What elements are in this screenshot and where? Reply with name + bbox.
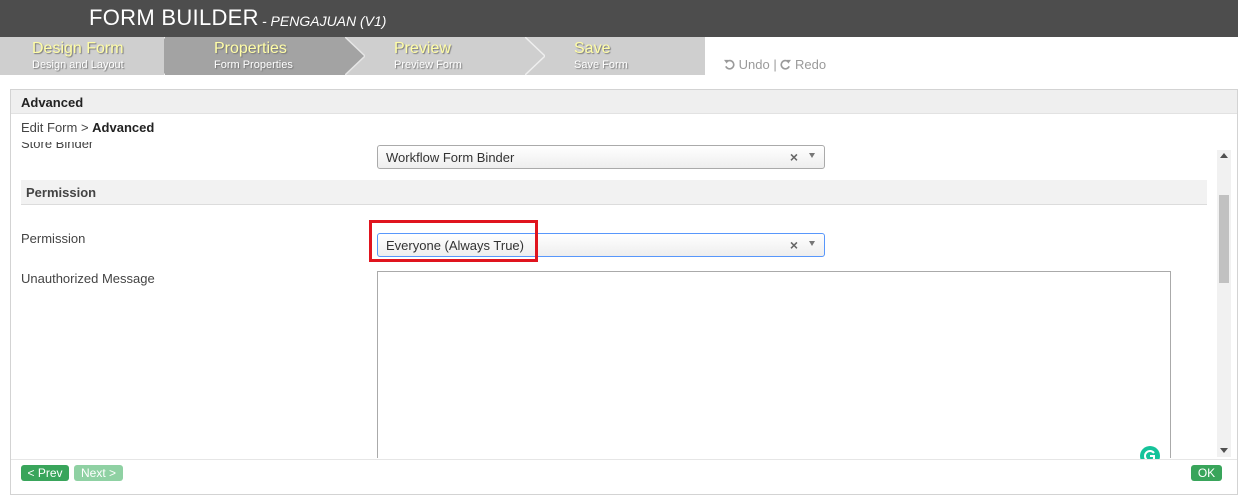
form-name: - PENGAJUAN (V1) [262, 13, 387, 29]
step-sublabel: Save Form [574, 59, 628, 71]
step-separator-chevron [345, 37, 365, 75]
undo-button[interactable]: Undo [724, 57, 773, 72]
redo-button[interactable]: Redo [780, 57, 826, 72]
step-label: Design Form [32, 40, 124, 57]
clear-icon[interactable]: × [790, 237, 798, 253]
chevron-down-icon[interactable] [809, 153, 815, 158]
properties-panel: Advanced Edit Form > Advanced Store Bind… [10, 89, 1238, 495]
scroll-thumb[interactable] [1219, 195, 1229, 283]
step-label: Save [574, 40, 611, 57]
step-sublabel: Form Properties [214, 59, 293, 71]
undo-redo-group: Undo | Redo [724, 57, 826, 72]
store-binder-value: Workflow Form Binder [386, 150, 515, 165]
prev-button[interactable]: < Prev [21, 465, 69, 481]
undo-label: Undo [738, 57, 770, 72]
breadcrumb-root[interactable]: Edit Form > [21, 120, 89, 135]
step-sublabel: Design and Layout [32, 59, 124, 71]
step-save[interactable]: Save Save Form [546, 37, 705, 75]
vertical-scrollbar[interactable] [1217, 150, 1231, 457]
chevron-down-icon[interactable] [809, 241, 815, 246]
ok-button[interactable]: OK [1191, 465, 1222, 481]
scroll-up-arrow-icon[interactable] [1220, 153, 1228, 158]
step-label: Preview [394, 40, 451, 57]
step-design-form[interactable]: Design Form Design and Layout [0, 37, 180, 75]
unauthorized-message-textarea[interactable] [377, 271, 1171, 458]
undo-icon [724, 59, 735, 70]
panel-title: Advanced [21, 95, 84, 110]
scroll-down-arrow-icon[interactable] [1220, 448, 1228, 453]
next-button[interactable]: Next > [74, 465, 123, 481]
redo-icon [780, 59, 792, 70]
breadcrumb-current: Advanced [92, 120, 155, 135]
step-label: Properties [214, 40, 287, 57]
step-preview[interactable]: Preview Preview Form [366, 37, 526, 75]
section-title: Permission [26, 185, 97, 200]
undo-redo-separator: | [773, 57, 777, 72]
step-separator-chevron [525, 37, 545, 75]
redo-label: Redo [794, 57, 827, 72]
store-binder-select[interactable]: Workflow Form Binder × [377, 145, 825, 169]
store-binder-label: Store Binder [21, 142, 94, 151]
title-bar: FORM BUILDER - PENGAJUAN (V1) [0, 0, 1238, 37]
form-scroll-area: Store Binder Workflow Form Binder × Perm… [11, 142, 1218, 458]
step-bar: Design Form Design and Layout Properties… [0, 37, 705, 75]
footer-bar: < Prev Next > OK [11, 459, 1237, 493]
unauthorized-message-label: Unauthorized Message [21, 271, 155, 286]
highlight-box [369, 220, 538, 262]
app-title: FORM BUILDER [89, 5, 259, 30]
permission-section-header: Permission [21, 180, 1207, 205]
clear-icon[interactable]: × [790, 149, 798, 165]
step-properties[interactable]: Properties Form Properties [165, 37, 345, 75]
panel-header: Advanced [11, 90, 1237, 114]
breadcrumb: Edit Form > Advanced [21, 120, 154, 135]
permission-label: Permission [21, 231, 86, 246]
step-sublabel: Preview Form [394, 59, 462, 71]
